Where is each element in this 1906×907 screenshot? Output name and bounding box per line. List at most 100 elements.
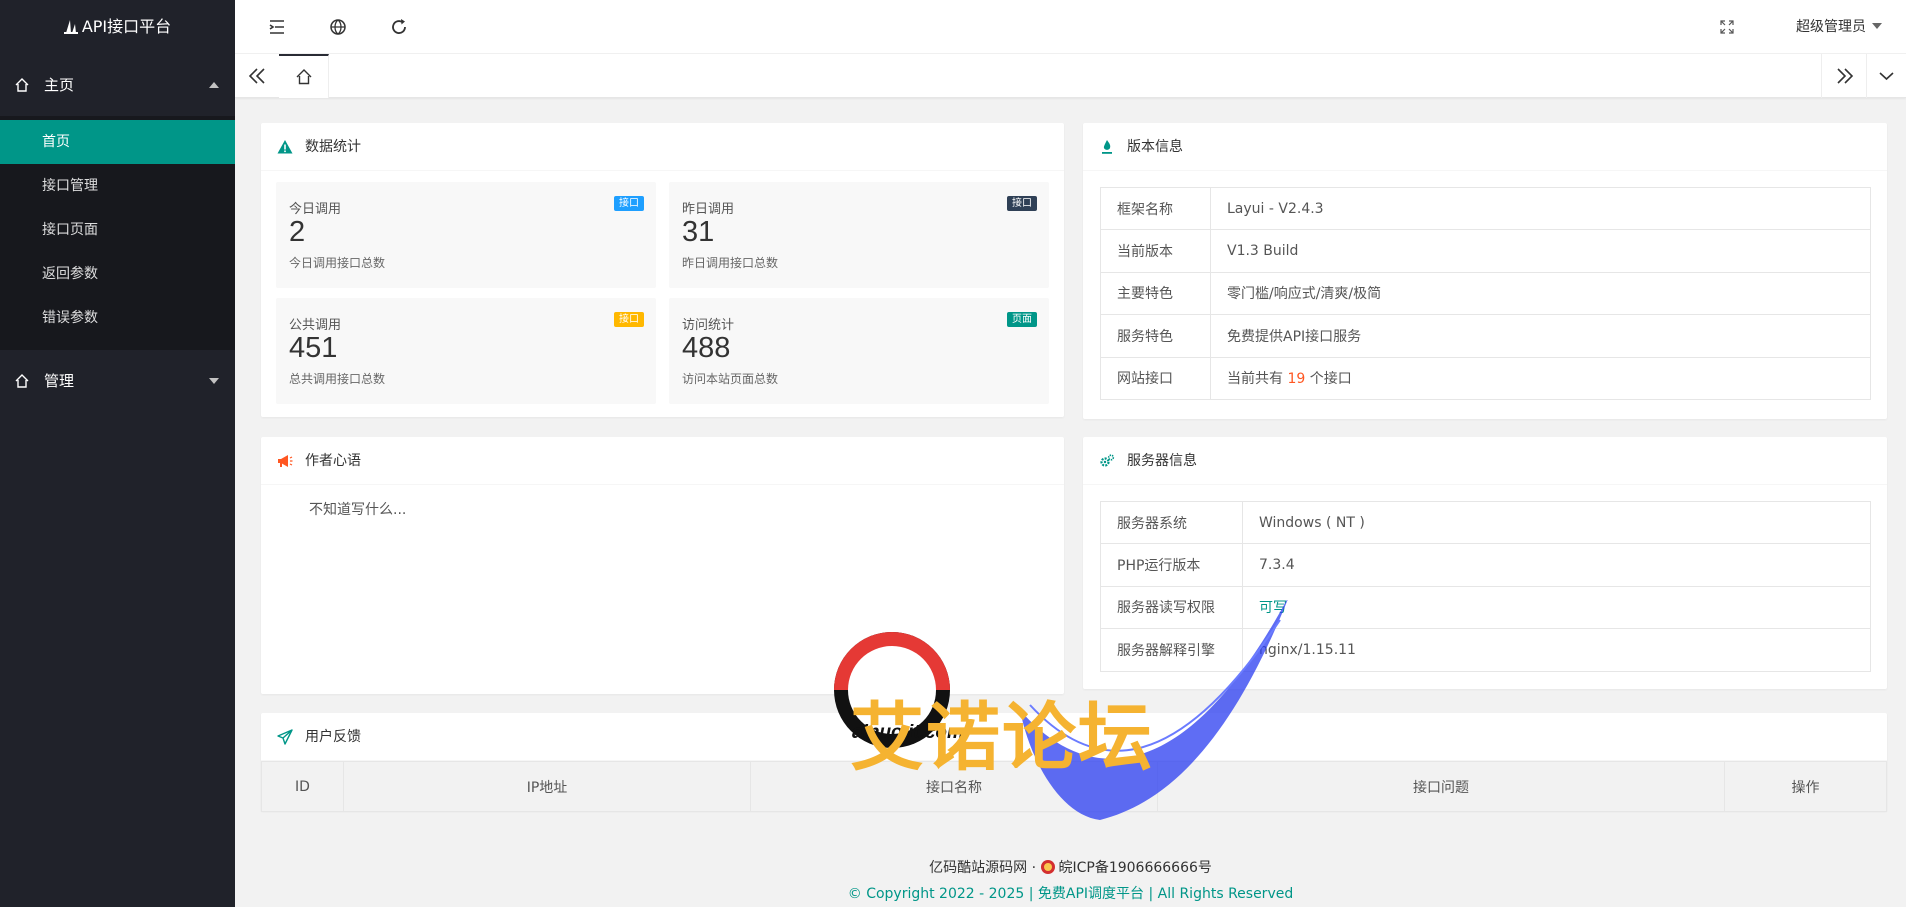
- stat-badge: 页面: [1007, 312, 1037, 327]
- user-menu[interactable]: 超级管理员: [1796, 16, 1882, 36]
- card-title: 数据统计: [305, 139, 361, 155]
- stat-desc: 昨日调用接口总数: [682, 256, 779, 270]
- row-value: V1.3 Build: [1210, 229, 1871, 273]
- card-title: 版本信息: [1127, 139, 1183, 155]
- table-row: 服务特色 免费提供API接口服务: [1100, 314, 1871, 358]
- stat-value: 31: [682, 216, 715, 248]
- row-key: 当前版本: [1100, 229, 1211, 273]
- tabs-dropdown-icon[interactable]: [1867, 54, 1906, 98]
- col-ip: IP地址: [343, 761, 751, 812]
- server-table: 服务器系统 Windows ( NT ) PHP运行版本 7.3.4 服务器读写权限…: [1100, 500, 1871, 672]
- row-key: 主要特色: [1100, 271, 1211, 316]
- row-value: 7.3.4: [1242, 543, 1871, 587]
- row-value: nginx/1.15.11: [1242, 628, 1871, 672]
- card-header: 用户反馈: [261, 713, 1887, 761]
- feedback-card: 用户反馈 ID IP地址 接口名称 接口问题 操作: [261, 713, 1887, 812]
- table-row: 服务器解释引擎 nginx/1.15.11: [1100, 628, 1871, 672]
- stat-title: 今日调用: [289, 202, 342, 217]
- footer-site-link[interactable]: 亿码酷站源码网: [929, 860, 1027, 876]
- api-count-prefix: 当前共有: [1227, 371, 1283, 388]
- caret-up-icon: [209, 82, 219, 88]
- sidebar-item-error-params[interactable]: 错误参数: [0, 296, 235, 340]
- stat-title: 昨日调用: [682, 202, 735, 217]
- tabs-next-icon[interactable]: [1823, 54, 1867, 98]
- table-row: 服务器读写权限 可写: [1100, 585, 1871, 630]
- stat-desc: 总共调用接口总数: [289, 372, 386, 386]
- footer-line-1: 亿码酷站源码网 · 皖ICP备1906666666号: [235, 857, 1906, 877]
- footer-sep: ·: [1031, 860, 1037, 876]
- table-row: 服务器系统 Windows ( NT ): [1100, 500, 1871, 545]
- stat-yesterday: 昨日调用 31 昨日调用接口总数 接口: [669, 182, 1049, 288]
- tab-home[interactable]: [279, 54, 329, 98]
- table-row: 框架名称 Layui - V2.4.3: [1100, 186, 1871, 231]
- card-title: 服务器信息: [1127, 453, 1197, 469]
- stats-card: 数据统计 今日调用 2 今日调用接口总数 接口 昨日调用 31 昨日调用接口总数…: [261, 123, 1064, 417]
- card-header: 数据统计: [261, 123, 1064, 171]
- nav-head-home[interactable]: 主页: [0, 54, 235, 116]
- author-text: 不知道写什么...: [309, 502, 407, 518]
- caret-down-icon: [209, 378, 219, 384]
- logo-icon: [63, 20, 78, 34]
- row-value: Layui - V2.4.3: [1210, 186, 1871, 231]
- table-row: 主要特色 零门槛/响应式/清爽/极简: [1100, 271, 1871, 316]
- col-action: 操作: [1724, 761, 1887, 812]
- fullscreen-icon[interactable]: [1720, 20, 1734, 34]
- user-name: 超级管理员: [1796, 19, 1866, 35]
- nav-head-label: 主页: [44, 76, 75, 94]
- sidebar: API接口平台 主页 首页 接口管理 接口页面 返回参数 错误参数 管理: [0, 0, 235, 907]
- table-row: PHP运行版本 7.3.4: [1100, 543, 1871, 587]
- card-header: 服务器信息: [1083, 437, 1887, 485]
- row-key: 服务器解释引擎: [1100, 628, 1243, 672]
- stat-badge: 接口: [614, 196, 644, 211]
- sidebar-item-return-params[interactable]: 返回参数: [0, 252, 235, 296]
- row-value: 免费提供API接口服务: [1210, 314, 1871, 358]
- row-key: 服务特色: [1100, 314, 1211, 358]
- warning-icon: [277, 140, 293, 154]
- table-row: 当前版本 V1.3 Build: [1100, 229, 1871, 273]
- gears-icon: [1100, 454, 1115, 467]
- app-logo[interactable]: API接口平台: [0, 0, 235, 54]
- refresh-icon[interactable]: [389, 17, 409, 37]
- stat-public: 公共调用 451 总共调用接口总数 接口: [276, 298, 656, 404]
- sidebar-item-api-manage[interactable]: 接口管理: [0, 164, 235, 208]
- api-count: 19: [1287, 371, 1306, 388]
- col-id: ID: [261, 761, 344, 812]
- row-value: Windows ( NT ): [1242, 500, 1871, 545]
- footer-icp-link[interactable]: 皖ICP备1906666666号: [1058, 860, 1211, 876]
- nav-sub-home: 首页 接口管理 接口页面 返回参数 错误参数: [0, 116, 235, 350]
- stat-value: 488: [682, 332, 731, 364]
- version-card: 版本信息 框架名称 Layui - V2.4.3 当前版本 V1.3 Build 主…: [1083, 123, 1887, 419]
- table-row: 网站接口 当前共有 19 个接口: [1100, 356, 1871, 400]
- footer-copyright[interactable]: © Copyright 2022 - 2025 | 免费API调度平台 | Al…: [235, 883, 1906, 903]
- menu-toggle-icon[interactable]: [267, 17, 287, 37]
- sidebar-item-api-page[interactable]: 接口页面: [0, 208, 235, 252]
- fire-icon: [1102, 140, 1112, 154]
- nav-head-manage[interactable]: 管理: [0, 350, 235, 412]
- row-value: 当前共有 19 个接口: [1210, 356, 1871, 400]
- stat-value: 451: [289, 332, 338, 364]
- nav-group-manage: 管理: [0, 350, 235, 412]
- chevron-down-icon: [1872, 23, 1882, 29]
- home-icon: [296, 69, 312, 85]
- col-api-issue: 接口问题: [1157, 761, 1725, 812]
- api-count-suffix: 个接口: [1309, 371, 1352, 388]
- globe-icon[interactable]: [328, 17, 348, 37]
- home-icon: [15, 78, 29, 92]
- sidebar-item-home[interactable]: 首页: [0, 120, 235, 164]
- send-icon: [277, 729, 293, 745]
- row-key: 服务器读写权限: [1100, 585, 1243, 630]
- tabs-prev-icon[interactable]: [235, 54, 279, 98]
- nav-head-label: 管理: [44, 372, 75, 390]
- nav-group-home: 主页 首页 接口管理 接口页面 返回参数 错误参数: [0, 54, 235, 350]
- home-icon: [15, 374, 29, 388]
- stat-today: 今日调用 2 今日调用接口总数 接口: [276, 182, 656, 288]
- card-header: 作者心语: [261, 437, 1064, 485]
- stat-desc: 今日调用接口总数: [289, 256, 386, 270]
- row-value: 可写: [1242, 585, 1871, 630]
- top-header: 超级管理员: [235, 0, 1906, 54]
- megaphone-icon: [278, 455, 293, 467]
- stat-badge: 接口: [1007, 196, 1037, 211]
- card-title: 作者心语: [305, 453, 361, 469]
- author-card: 作者心语 不知道写什么...: [261, 437, 1064, 694]
- row-key: 网站接口: [1100, 356, 1211, 400]
